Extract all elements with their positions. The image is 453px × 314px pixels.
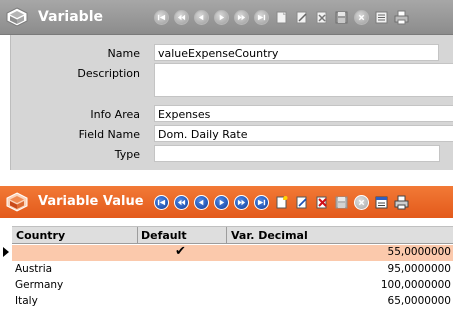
next-page-button[interactable] xyxy=(233,9,250,26)
previous-record-button[interactable] xyxy=(193,9,210,26)
print-button[interactable] xyxy=(393,9,410,26)
column-header-default[interactable]: Default xyxy=(141,229,187,242)
edit-icon xyxy=(296,196,307,209)
delete-button[interactable] xyxy=(313,9,330,26)
last-icon xyxy=(254,10,269,25)
previous-record-button[interactable] xyxy=(193,194,210,211)
variable-title: Variable xyxy=(38,9,103,25)
save-button[interactable] xyxy=(333,194,350,211)
next-page-button[interactable] xyxy=(233,194,250,211)
last-record-button[interactable] xyxy=(253,9,270,26)
print-icon xyxy=(394,195,409,210)
next-icon xyxy=(214,195,229,210)
app-logo-icon xyxy=(6,7,28,27)
delete-icon xyxy=(316,196,327,209)
country-cell: Italy xyxy=(15,295,38,307)
var-decimal-cell: 65,0000000 xyxy=(387,295,451,307)
first-icon xyxy=(154,10,169,25)
new-button[interactable] xyxy=(273,194,290,211)
edit-button[interactable] xyxy=(293,194,310,211)
print-icon xyxy=(394,10,409,25)
column-header-var-decimal[interactable]: Var. Decimal xyxy=(231,229,308,242)
field-name-field[interactable]: Dom. Daily Rate xyxy=(154,125,453,142)
info-area-field[interactable]: Expenses xyxy=(154,105,453,122)
back-icon xyxy=(194,10,209,25)
cancel-icon xyxy=(354,10,369,25)
description-label: Description xyxy=(77,67,140,80)
cancel-button[interactable] xyxy=(353,9,370,26)
list-icon xyxy=(375,196,388,209)
next-record-button[interactable] xyxy=(213,194,230,211)
variable-panel: Variable Name valueExpenseCountry Descri… xyxy=(0,0,453,174)
cancel-icon xyxy=(354,195,369,210)
back-icon xyxy=(194,195,209,210)
print-button[interactable] xyxy=(393,194,410,211)
column-divider[interactable] xyxy=(226,227,227,244)
forward-icon xyxy=(234,195,249,210)
field-name-label: Field Name xyxy=(78,128,140,141)
new-button[interactable] xyxy=(273,9,290,26)
first-record-button[interactable] xyxy=(153,194,170,211)
delete-icon xyxy=(316,11,327,24)
list-icon xyxy=(375,11,388,24)
save-button[interactable] xyxy=(333,9,350,26)
new-icon xyxy=(276,11,287,24)
variable-header: Variable xyxy=(0,0,453,35)
first-record-button[interactable] xyxy=(153,9,170,26)
variable-value-panel: Variable Value Country Default Var. Deci… xyxy=(0,186,453,314)
default-checkmark-icon: ✔ xyxy=(175,244,186,259)
info-area-label: Info Area xyxy=(90,108,140,121)
grid-header: Country Default Var. Decimal xyxy=(12,226,453,244)
list-button[interactable] xyxy=(373,194,390,211)
previous-icon xyxy=(174,10,189,25)
delete-button[interactable] xyxy=(313,194,330,211)
last-record-button[interactable] xyxy=(253,194,270,211)
last-icon xyxy=(254,195,269,210)
app-logo-icon xyxy=(6,192,28,212)
name-label: Name xyxy=(107,47,140,60)
forward-icon xyxy=(234,10,249,25)
type-field[interactable] xyxy=(154,145,440,162)
variable-toolbar xyxy=(153,9,413,26)
table-row[interactable]: Austria 95,0000000 xyxy=(12,262,453,278)
var-decimal-cell: 100,0000000 xyxy=(380,279,451,291)
edit-button[interactable] xyxy=(293,9,310,26)
previous-page-button[interactable] xyxy=(173,9,190,26)
column-header-country[interactable]: Country xyxy=(16,229,65,242)
cancel-button[interactable] xyxy=(353,194,370,211)
list-button[interactable] xyxy=(373,9,390,26)
variable-value-title: Variable Value xyxy=(38,194,144,209)
edit-icon xyxy=(296,11,307,24)
var-decimal-cell: 55,0000000 xyxy=(387,246,451,258)
current-row-indicator-icon xyxy=(3,247,9,257)
table-row[interactable]: Italy 65,0000000 xyxy=(12,294,453,310)
country-cell: Austria xyxy=(15,263,53,275)
previous-icon xyxy=(174,195,189,210)
description-field[interactable] xyxy=(154,63,453,97)
variable-value-header: Variable Value xyxy=(0,186,453,218)
country-cell: Germany xyxy=(15,279,64,291)
column-divider[interactable] xyxy=(137,227,138,244)
type-label: Type xyxy=(114,148,140,161)
first-icon xyxy=(154,195,169,210)
name-field[interactable]: valueExpenseCountry xyxy=(154,44,439,61)
next-record-button[interactable] xyxy=(213,9,230,26)
table-row[interactable]: Germany 100,0000000 xyxy=(12,278,453,294)
new-icon xyxy=(276,196,288,209)
previous-page-button[interactable] xyxy=(173,194,190,211)
table-row[interactable]: ✔ 55,0000000 xyxy=(12,244,453,261)
variable-form: Name valueExpenseCountry Description Inf… xyxy=(10,35,453,170)
variable-value-toolbar xyxy=(153,194,413,211)
next-icon xyxy=(214,10,229,25)
var-decimal-cell: 95,0000000 xyxy=(387,263,451,275)
save-icon xyxy=(335,196,348,209)
save-icon xyxy=(335,11,348,24)
